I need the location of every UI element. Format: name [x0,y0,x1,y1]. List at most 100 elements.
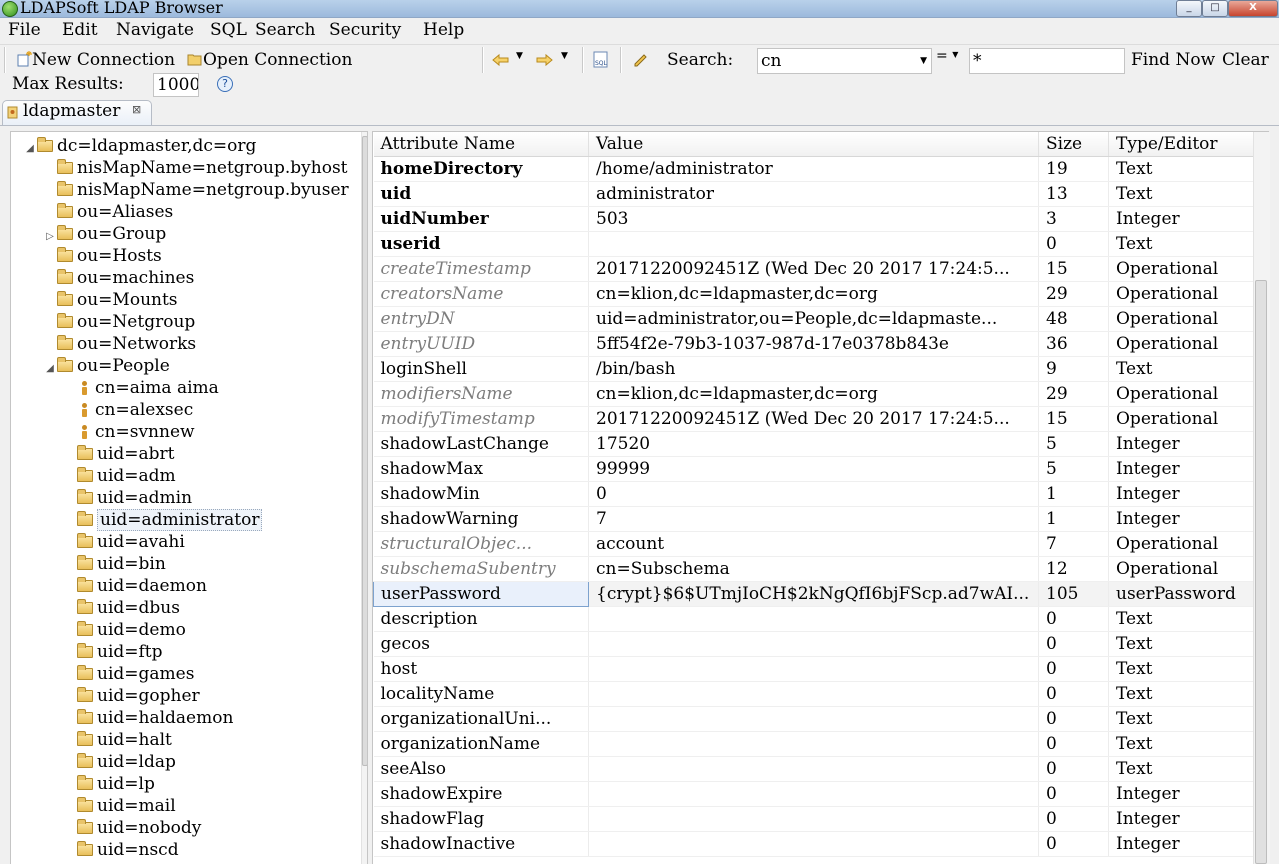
attribute-name-cell[interactable]: shadowLastChange [373,431,589,457]
table-row[interactable]: uidNumber 503 3 Integer [373,206,1255,232]
attribute-size-cell[interactable]: 0 [1038,681,1109,707]
table-row[interactable]: structuralObjec... account 7 Operational [373,531,1255,557]
tree-node[interactable]: cn=alexsec [63,399,193,421]
attribute-type-cell[interactable]: Text [1108,656,1255,682]
table-row[interactable]: entryUUID 5ff54f2e-79b3-1037-987d-17e0378… [373,331,1255,357]
forward-dropdown-icon[interactable]: ▼ [561,51,568,61]
attribute-value-cell[interactable]: account [588,531,1039,557]
attribute-name-cell[interactable]: loginShell [373,356,589,382]
attribute-name-cell[interactable]: seeAlso [373,756,589,782]
attribute-name-cell[interactable]: shadowMax [373,456,589,482]
attribute-type-cell[interactable]: Text [1108,606,1255,632]
attribute-name-cell[interactable]: localityName [373,681,589,707]
attribute-size-cell[interactable]: 0 [1038,781,1109,807]
tree-node[interactable]: nisMapName=netgroup.byuser [43,179,349,201]
attribute-type-cell[interactable]: Integer [1108,831,1255,857]
attribute-size-cell[interactable]: 1 [1038,481,1109,507]
tree-node[interactable]: uid=dbus [63,597,180,619]
attribute-type-cell[interactable]: Text [1108,181,1255,207]
attribute-name-cell[interactable]: homeDirectory [373,156,589,182]
table-row[interactable]: loginShell/bin/bash 9 Text [373,356,1255,382]
attribute-name-cell[interactable]: shadowMin [373,481,589,507]
attribute-type-cell[interactable]: Operational [1108,556,1255,582]
table-row[interactable]: organizationalUni... 0 Text [373,706,1255,732]
attribute-size-cell[interactable]: 0 [1038,756,1109,782]
attribute-type-cell[interactable]: Integer [1108,456,1255,482]
attribute-size-cell[interactable]: 15 [1038,406,1109,432]
table-row[interactable]: creatorsName cn=klion,dc=ldapmaster,dc=or… [373,281,1255,307]
attribute-size-cell[interactable]: 29 [1038,381,1109,407]
attribute-name-cell[interactable]: shadowFlag [373,806,589,832]
table-row[interactable]: userid 0 Text [373,231,1255,257]
attribute-value-cell[interactable]: administrator [588,181,1039,207]
attribute-size-cell[interactable]: 0 [1038,631,1109,657]
attribute-value-cell[interactable] [588,781,1039,807]
attribute-size-cell[interactable]: 5 [1038,431,1109,457]
attribute-name-cell[interactable]: description [373,606,589,632]
tree-node[interactable]: ◢ dc=ldapmaster,dc=org [23,135,256,157]
column-header-type-editor[interactable]: Type/Editor [1108,132,1255,157]
attribute-value-cell[interactable] [588,706,1039,732]
attribute-name-cell[interactable]: host [373,656,589,682]
attribute-type-cell[interactable]: Integer [1108,806,1255,832]
attribute-value-cell[interactable]: cn=klion,dc=ldapmaster,dc=org [588,381,1039,407]
tree-node[interactable]: uid=halt [63,729,172,751]
attribute-value-cell[interactable] [588,681,1039,707]
attribute-value-cell[interactable]: uid=administrator,ou=People,dc=ldapmaste… [588,306,1039,332]
attribute-name-cell[interactable]: createTimestamp [373,256,589,282]
table-row[interactable]: organizationName 0 Text [373,731,1255,757]
tree-node[interactable]: nisMapName=netgroup.byhost [43,157,348,179]
tab-ldapmaster[interactable]: ldapmaster ⊠ [2,100,152,125]
attribute-size-cell[interactable]: 29 [1038,281,1109,307]
attribute-size-cell[interactable]: 12 [1038,556,1109,582]
attribute-value-cell[interactable] [588,606,1039,632]
tree-node[interactable]: ou=Networks [43,333,196,355]
close-window-button[interactable]: X [1228,0,1278,17]
attribute-type-cell[interactable]: Text [1108,631,1255,657]
table-row[interactable]: modifyTimestamp 20171220092451Z (Wed Dec … [373,406,1255,432]
edit-pencil-icon[interactable] [632,51,648,67]
attribute-value-cell[interactable] [588,831,1039,857]
tree-node[interactable]: ou=Mounts [43,289,178,311]
tree-scrollbar-thumb[interactable] [362,136,367,766]
table-row[interactable]: seeAlso 0 Text [373,756,1255,782]
attribute-type-cell[interactable]: userPassword [1108,581,1255,607]
table-row[interactable]: modifiersName cn=klion,dc=ldapmaster,dc=o… [373,381,1255,407]
table-row[interactable]: description 0 Text [373,606,1255,632]
attribute-name-cell[interactable]: shadowInactive [373,831,589,857]
table-row[interactable]: localityName 0 Text [373,681,1255,707]
column-header-attribute-name[interactable]: Attribute Name [373,132,589,157]
attribute-size-cell[interactable]: 0 [1038,656,1109,682]
attribute-value-cell[interactable]: /bin/bash [588,356,1039,382]
tree-node[interactable]: uid=abrt [63,443,175,465]
tree-node[interactable]: ou=Hosts [43,245,162,267]
attribute-size-cell[interactable]: 0 [1038,831,1109,857]
forward-arrow-icon[interactable] [535,53,553,67]
tree-node[interactable]: uid=demo [63,619,186,641]
attribute-size-cell[interactable]: 0 [1038,731,1109,757]
attribute-size-cell[interactable]: 48 [1038,306,1109,332]
attribute-name-cell[interactable]: userPassword [373,581,589,607]
attribute-value-cell[interactable]: cn=Subschema [588,556,1039,582]
tree-node[interactable]: uid=administrator [63,509,263,531]
attribute-value-cell[interactable] [588,231,1039,257]
column-header-size[interactable]: Size [1038,132,1109,157]
attribute-type-cell[interactable]: Integer [1108,206,1255,232]
attribute-name-cell[interactable]: uid [373,181,589,207]
attribute-type-cell[interactable]: Text [1108,706,1255,732]
clear-button[interactable]: Clear [1222,50,1269,70]
menu-file[interactable]: File [8,20,41,40]
attribute-name-cell[interactable]: subschemaSubentry [373,556,589,582]
table-row[interactable]: userPassword {crypt}$6$UTmjIoCH$2kNgQfI6b… [373,581,1255,607]
tree-node[interactable]: uid=daemon [63,575,207,597]
table-row[interactable]: shadowInactive 0 Integer [373,831,1255,857]
attribute-type-cell[interactable]: Text [1108,156,1255,182]
attribute-name-cell[interactable]: modifyTimestamp [373,406,589,432]
attribute-value-cell[interactable]: 20171220092451Z (Wed Dec 20 2017 17:24:5… [588,256,1039,282]
tree-node[interactable]: uid=lp [63,773,155,795]
table-row[interactable]: host 0 Text [373,656,1255,682]
attribute-type-cell[interactable]: Text [1108,231,1255,257]
attribute-size-cell[interactable]: 1 [1038,506,1109,532]
attribute-size-cell[interactable]: 13 [1038,181,1109,207]
attribute-value-cell[interactable]: 0 [588,481,1039,507]
